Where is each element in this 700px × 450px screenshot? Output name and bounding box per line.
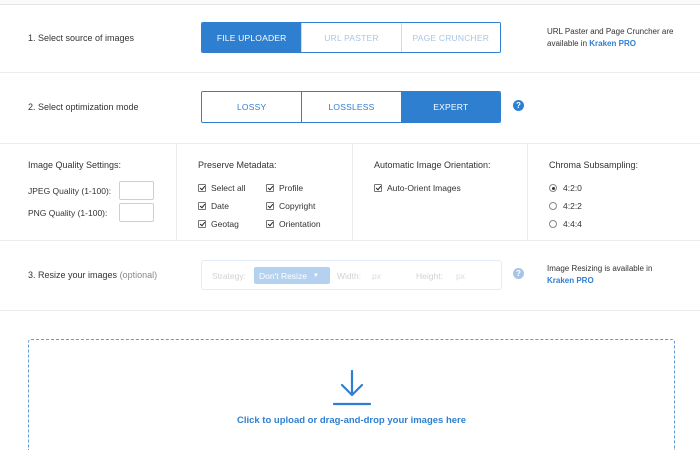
divider: [0, 72, 700, 73]
checkbox-checked-icon[interactable]: [266, 220, 274, 228]
chroma-title: Chroma Subsampling:: [549, 160, 639, 170]
width-label: Width:: [337, 271, 362, 281]
page-cruncher-button[interactable]: PAGE CRUNCHER: [400, 23, 500, 52]
checkbox-label: Auto-Orient Images: [387, 183, 461, 193]
chroma-option-420[interactable]: 4:2:0: [549, 183, 582, 193]
metadata-geotag[interactable]: Geotag: [198, 219, 239, 229]
metadata-profile[interactable]: Profile: [266, 183, 303, 193]
download-arrow-icon: [332, 369, 372, 406]
column-divider: [176, 143, 177, 240]
checkbox-label: Copyright: [279, 201, 316, 211]
expert-button[interactable]: EXPERT: [400, 92, 500, 122]
strategy-select[interactable]: Don't Resize ▼: [254, 267, 330, 284]
resize-options-box: Strategy: Don't Resize ▼ Width: px Heigh…: [201, 260, 502, 290]
metadata-orientation[interactable]: Orientation: [266, 219, 321, 229]
checkbox-label: Geotag: [211, 219, 239, 229]
column-divider: [352, 143, 353, 240]
divider: [0, 310, 700, 311]
radio-icon[interactable]: [549, 202, 557, 210]
source-kraken-pro-link[interactable]: Kraken PRO: [589, 39, 636, 48]
checkbox-label: Orientation: [279, 219, 321, 229]
file-uploader-button[interactable]: FILE UPLOADER: [202, 23, 302, 52]
resize-note-text: Image Resizing is available in: [547, 264, 653, 273]
jpeg-quality-label: JPEG Quality (1-100):: [28, 186, 112, 196]
resize-optional-text: (optional): [119, 270, 158, 280]
checkbox-checked-icon[interactable]: [374, 184, 382, 192]
mode-step-label: 2. Select optimization mode: [28, 102, 139, 112]
mode-selector: LOSSY LOSSLESS EXPERT: [201, 91, 501, 123]
upload-instruction[interactable]: Click to upload or drag-and-drop your im…: [29, 415, 674, 426]
checkbox-checked-icon[interactable]: [266, 202, 274, 210]
mode-help-icon[interactable]: ?: [513, 100, 524, 111]
divider: [0, 143, 700, 144]
resize-help-icon[interactable]: ?: [513, 268, 524, 279]
resize-kraken-pro-link[interactable]: Kraken PRO: [547, 276, 594, 285]
orientation-title: Automatic Image Orientation:: [374, 160, 491, 170]
metadata-date[interactable]: Date: [198, 201, 229, 211]
checkbox-checked-icon[interactable]: [198, 220, 206, 228]
checkbox-label: Profile: [279, 183, 304, 193]
checkbox-label: Select all: [211, 183, 246, 193]
png-quality-label: PNG Quality (1-100):: [28, 208, 108, 218]
checkbox-checked-icon[interactable]: [198, 184, 206, 192]
metadata-select-all[interactable]: Select all: [198, 183, 246, 193]
resize-step-label: 3. Resize your images (optional): [28, 270, 157, 280]
radio-label: 4:2:2: [563, 201, 582, 211]
checkbox-checked-icon[interactable]: [266, 184, 274, 192]
chroma-option-422[interactable]: 4:2:2: [549, 201, 582, 211]
chevron-down-icon: ▼: [312, 272, 319, 279]
top-strip: [0, 0, 700, 5]
radio-label: 4:2:0: [563, 183, 582, 193]
resize-pro-note: Image Resizing is available in Kraken PR…: [547, 263, 697, 287]
upload-drop-zone[interactable]: Click to upload or drag-and-drop your im…: [28, 339, 675, 450]
png-quality-input[interactable]: [119, 203, 154, 222]
width-input[interactable]: px: [372, 271, 381, 281]
radio-icon[interactable]: [549, 220, 557, 228]
metadata-copyright[interactable]: Copyright: [266, 201, 315, 211]
checkbox-label: Date: [211, 201, 229, 211]
strategy-value: Don't Resize: [259, 270, 307, 281]
source-step-label: 1. Select source of images: [28, 33, 135, 43]
url-paster-button[interactable]: URL PASTER: [301, 23, 401, 52]
height-label: Height:: [416, 271, 443, 281]
auto-orient-option[interactable]: Auto-Orient Images: [374, 183, 461, 193]
resize-step-text: 3. Resize your images: [28, 270, 118, 280]
strategy-label: Strategy:: [212, 271, 247, 281]
divider: [0, 240, 700, 241]
source-selector: FILE UPLOADER URL PASTER PAGE CRUNCHER: [201, 22, 501, 53]
height-input[interactable]: px: [456, 271, 465, 281]
quality-settings-title: Image Quality Settings:: [28, 160, 122, 170]
source-pro-note: URL Paster and Page Cruncher are availab…: [547, 26, 697, 50]
jpeg-quality-input[interactable]: [119, 181, 154, 200]
radio-label: 4:4:4: [563, 219, 582, 229]
lossy-button[interactable]: LOSSY: [202, 92, 302, 122]
checkbox-checked-icon[interactable]: [198, 202, 206, 210]
chroma-option-444[interactable]: 4:4:4: [549, 219, 582, 229]
radio-selected-icon[interactable]: [549, 184, 557, 192]
column-divider: [527, 143, 528, 240]
metadata-title: Preserve Metadata:: [198, 160, 277, 170]
lossless-button[interactable]: LOSSLESS: [301, 92, 401, 122]
